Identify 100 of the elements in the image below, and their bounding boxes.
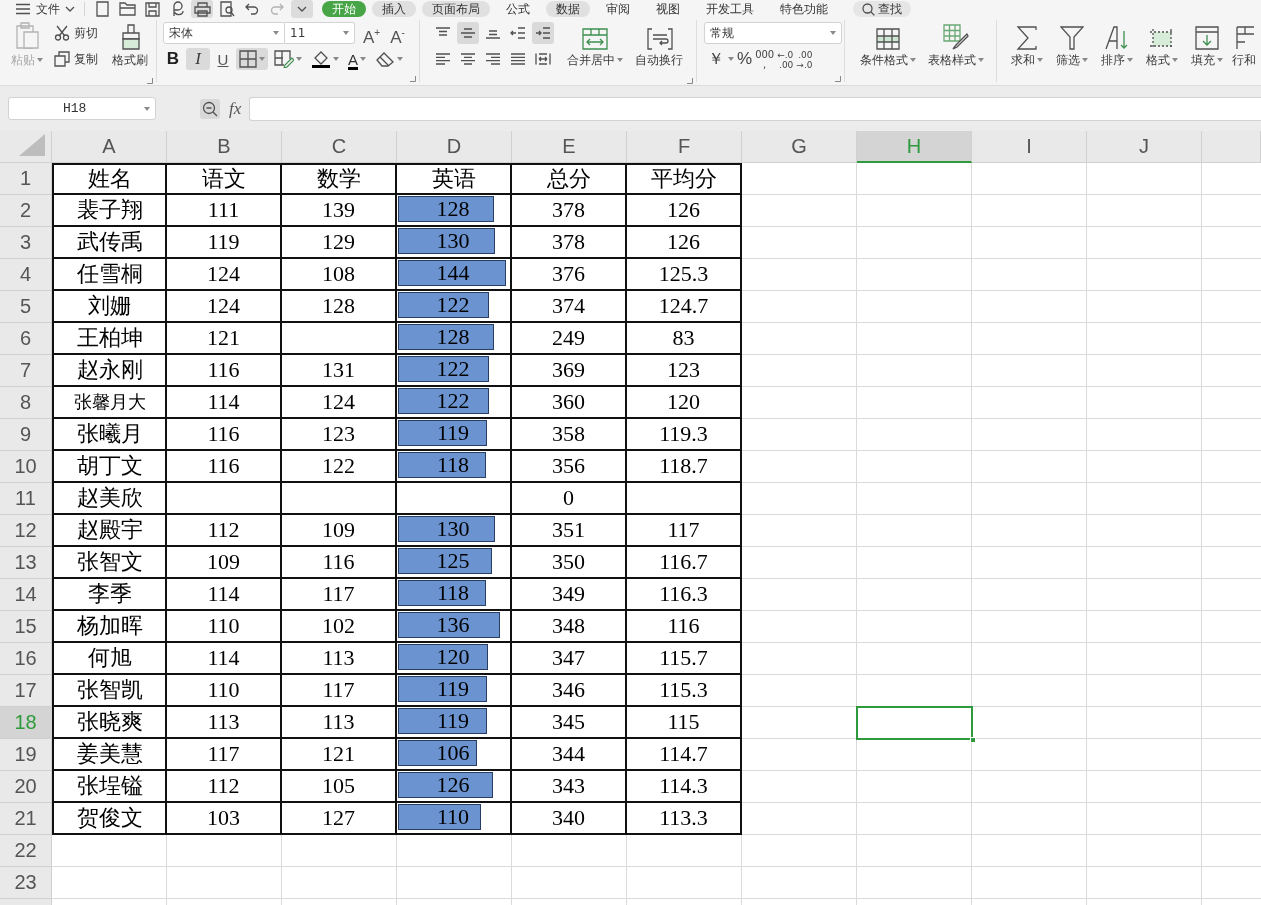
format-button[interactable]: 格式 [1142,20,1182,78]
row-header[interactable]: 9 [0,419,52,451]
wrap-button[interactable]: 自动换行 [632,20,688,78]
ribbon-tab[interactable]: 页面布局 [422,1,490,17]
copy-button[interactable]: 复制 [52,48,104,70]
dialog-launcher-icon[interactable] [835,76,841,82]
insert-function-button[interactable]: fx [229,98,242,119]
ribbon-tab[interactable]: 审阅 [596,1,640,17]
row-header[interactable]: 14 [0,579,52,611]
row-header[interactable]: 17 [0,675,52,707]
name-box[interactable]: H18 [8,97,156,120]
column-header[interactable]: D [397,131,512,163]
increase-decimal-button[interactable]: ←.0 .00 [777,48,794,70]
search-button[interactable]: 查找 [853,1,911,17]
table-cell: 109 [282,515,397,547]
dialog-launcher-icon[interactable] [410,76,416,82]
filter-button[interactable]: 筛选 [1052,20,1092,78]
font-color-button[interactable]: A [345,48,369,70]
table-cell: 110 [167,611,282,643]
table-cell: 120 [627,387,742,419]
row-header[interactable]: 8 [0,387,52,419]
row-header[interactable]: 15 [0,611,52,643]
row-header[interactable]: 4 [0,259,52,291]
column-header[interactable]: B [167,131,282,163]
format-painter-button[interactable]: 格式刷 [110,20,152,78]
ribbon-tab[interactable]: 开发工具 [696,1,764,17]
row-header[interactable]: 23 [0,867,52,899]
ribbon-tab[interactable]: 视图 [646,1,690,17]
ribbon-tab[interactable]: 特色功能 [770,1,838,17]
sum-button[interactable]: 求和 [1007,20,1047,78]
row-header[interactable]: 16 [0,643,52,675]
font-name-dropdown[interactable]: 宋体 [163,22,285,44]
funnel-icon [1060,26,1084,50]
table-cell: 0 [512,483,627,515]
borders-button[interactable] [236,48,268,70]
row-header[interactable]: 19 [0,739,52,771]
number-format-dropdown[interactable]: 常规 [704,22,842,44]
column-header[interactable]: G [742,131,857,163]
underline-button[interactable]: U [213,48,233,70]
table-cell: 113 [282,643,397,675]
dialog-launcher-icon[interactable] [147,78,153,84]
merge-button[interactable]: 合并居中 [564,20,626,78]
column-header[interactable]: C [282,131,397,163]
row-header[interactable]: 12 [0,515,52,547]
table-cell: 249 [512,323,627,355]
cut-button[interactable]: 剪切 [52,22,104,44]
sort-button[interactable]: 排序 [1097,20,1137,78]
scissors-icon [54,25,70,41]
row-header[interactable]: 10 [0,451,52,483]
cell-value: 122 [436,388,470,414]
ribbon-tab[interactable]: 数据 [546,1,590,17]
column-header[interactable]: A [52,131,167,163]
table-cell: 127 [282,803,397,835]
decrease-decimal-button[interactable]: .00 →.0 [796,48,813,70]
more-button[interactable] [291,0,313,18]
open-button[interactable] [116,0,138,18]
column-header[interactable]: E [512,131,627,163]
thousands-button[interactable]: 000 , [755,48,775,70]
row-header[interactable]: 20 [0,771,52,803]
table-cell: 赵美欣 [52,483,167,515]
dialog-launcher-icon[interactable] [687,78,693,84]
table-cell: 贺俊文 [52,803,167,835]
align-middle-button[interactable] [457,22,479,44]
row-header[interactable]: 22 [0,835,52,867]
row-header[interactable]: 13 [0,547,52,579]
column-header[interactable]: I [972,131,1087,163]
increase-font-size-button[interactable]: A$^{+}$ [361,22,383,44]
fill-handle[interactable] [970,737,976,743]
column-header[interactable]: J [1087,131,1202,163]
column-header[interactable]: F [627,131,742,163]
row-header[interactable]: 2 [0,195,52,227]
percent-button[interactable]: % [737,48,753,70]
font-size-dropdown[interactable]: 11 [285,22,355,44]
conditional-format-button[interactable]: 条件格式 [857,20,919,78]
decrease-font-size-button[interactable]: A$^{-}$ [388,22,407,44]
bold-button[interactable]: B [163,48,183,70]
file-menu-button[interactable]: 文件 [12,1,78,17]
ribbon-tab[interactable]: 公式 [496,1,540,17]
table-cell: 杨加晖 [52,611,167,643]
formula-input[interactable] [249,96,1261,121]
row-header[interactable]: 5 [0,291,52,323]
ribbon-tab[interactable]: 插入 [372,1,416,17]
table-cell: 115.3 [627,675,742,707]
row-header[interactable]: 1 [0,163,52,195]
table-style-button[interactable]: 表格样式 [925,20,987,78]
zoom-out-button[interactable] [200,98,220,119]
currency-button[interactable]: ￥ [708,48,734,70]
row-header[interactable]: 7 [0,355,52,387]
row-header[interactable]: 3 [0,227,52,259]
align-indent-increase-button[interactable] [532,22,554,44]
fill-button[interactable]: 填充 [1187,20,1227,78]
table-grid-icon [876,28,900,50]
italic-button[interactable]: I [186,48,210,70]
row-header[interactable]: 6 [0,323,52,355]
row-header[interactable]: 21 [0,803,52,835]
rows-columns-button[interactable]: 行和 [1232,20,1261,78]
table-cell: 126 [627,195,742,227]
print-button[interactable] [191,0,213,18]
row-header[interactable]: 11 [0,483,52,515]
eraser-icon [375,51,395,67]
